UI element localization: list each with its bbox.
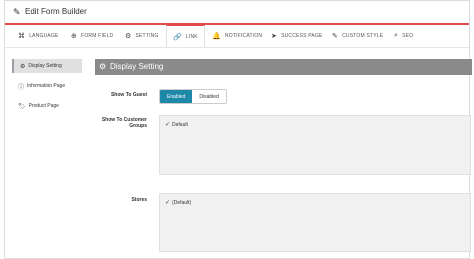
customer-group-option[interactable]: ✓ Default	[165, 121, 188, 129]
enabled-button[interactable]: Enabled	[160, 90, 193, 103]
tab-label: SUCCESS PAGE	[281, 33, 323, 39]
sidebar: ⚙ Display Setting ⓘ Information Page 🏷 P…	[12, 59, 82, 119]
info-icon: ⓘ	[18, 84, 25, 91]
panel-title: Display Setting	[110, 62, 164, 71]
gears-icon: ⚙	[20, 63, 26, 70]
tab-label: NOTIFICATION	[224, 33, 263, 39]
option-label: Default	[172, 121, 188, 128]
gears-icon: ⚙	[99, 62, 107, 71]
disabled-button[interactable]: Disabled	[192, 90, 226, 103]
tab-label: SETTING	[135, 33, 159, 39]
tab-label: FORM FIELD	[81, 33, 114, 39]
sidebar-item-label: Display Setting	[28, 63, 62, 69]
stores-label: Stores	[131, 197, 147, 203]
tab-link[interactable]: 🔗 LINK	[166, 25, 205, 47]
sidebar-item-information-page[interactable]: ⓘ Information Page	[12, 79, 82, 93]
tab-seo[interactable]: ⌕ SEO	[394, 25, 413, 47]
tab-language[interactable]: ⌘ LANGUAGE	[18, 25, 59, 47]
tag-icon: 🏷	[18, 103, 26, 110]
page-title: Edit Form Builder	[25, 7, 87, 16]
tab-label: SEO	[402, 33, 414, 39]
sidebar-item-label: Information Page	[27, 83, 66, 89]
tab-setting[interactable]: ⚙ SETTING	[125, 25, 159, 47]
gears-icon: ⚙	[125, 33, 132, 40]
tab-bar: ⌘ LANGUAGE ⊕ FORM FIELD ⚙ SETTING 🔗 LINK…	[5, 25, 469, 48]
search-icon: ⌕	[394, 32, 399, 39]
plus-circle-icon: ⊕	[71, 33, 78, 40]
tab-custom-style[interactable]: ✎ CUSTOM STYLE	[332, 25, 383, 47]
panel-header: ⚙ Display Setting	[95, 59, 472, 75]
stores-box: ✓ (Default)	[159, 193, 471, 252]
form-builder-frame: ✎ Edit Form Builder ⌘ LANGUAGE ⊕ FORM FI…	[4, 0, 472, 259]
show-to-guest-toggle: Enabled Disabled	[159, 89, 227, 104]
option-label: (Default)	[172, 199, 192, 206]
customer-groups-box: ✓ Default	[159, 115, 471, 175]
tab-notification[interactable]: 🔔 NOTIFICATION	[212, 25, 262, 47]
sidebar-item-label: Product Page	[28, 103, 59, 109]
link-icon: 🔗	[173, 33, 182, 41]
sidebar-item-product-page[interactable]: 🏷 Product Page	[12, 99, 82, 113]
show-to-guest-label: Show To Guest	[110, 92, 147, 98]
customer-groups-label: Show To Customer Groups	[101, 117, 147, 129]
tab-label: LINK	[185, 33, 198, 40]
tab-success-page[interactable]: ➤ SUCCESS PAGE	[271, 25, 323, 47]
sidebar-item-display-setting[interactable]: ⚙ Display Setting	[12, 59, 82, 73]
brush-icon: ✎	[332, 33, 339, 40]
tab-form-field[interactable]: ⊕ FORM FIELD	[71, 25, 113, 47]
send-icon: ➤	[271, 33, 278, 40]
check-icon: ✓	[165, 200, 171, 206]
store-option[interactable]: ✓ (Default)	[165, 199, 192, 207]
language-icon: ⌘	[18, 33, 26, 40]
tab-label: CUSTOM STYLE	[342, 33, 384, 39]
main-content: ⚙ Display Setting Show To Guest Enabled …	[95, 59, 472, 258]
page-header: ✎ Edit Form Builder	[5, 1, 469, 25]
bell-icon: 🔔	[212, 33, 221, 40]
tab-label: LANGUAGE	[29, 33, 59, 39]
check-icon: ✓	[165, 122, 171, 128]
pencil-icon: ✎	[13, 7, 21, 17]
